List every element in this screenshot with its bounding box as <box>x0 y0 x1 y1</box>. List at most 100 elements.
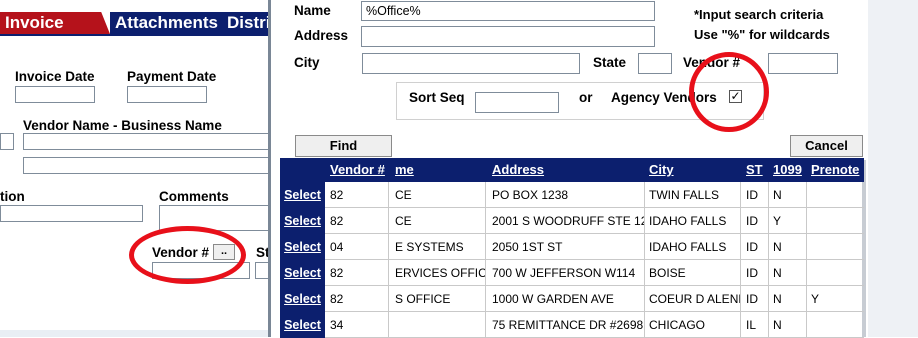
cell-1099: N <box>773 318 782 332</box>
find-button[interactable]: Find <box>295 135 392 157</box>
description-input[interactable] <box>0 205 143 222</box>
name-label: Name <box>294 3 331 18</box>
sort-seq-label: Sort Seq <box>409 90 465 105</box>
cell-prenote <box>806 260 864 286</box>
address-input[interactable] <box>361 26 655 47</box>
vendor-name-input-2[interactable] <box>23 157 275 174</box>
name-input[interactable]: %Office% <box>361 1 655 21</box>
select-link[interactable]: Select <box>280 208 325 234</box>
table-row: Select 34 75 REMITTANCE DR #2698 CHICAGO IL N <box>280 312 864 338</box>
cell-prenote <box>806 234 864 260</box>
cell-vendor-number: 82 <box>330 214 344 228</box>
hint-search-criteria: *Input search criteria <box>694 7 824 22</box>
table-row: Select 82 S OFFICE 1000 W GARDEN AVE COEUR D… <box>280 286 864 312</box>
cell-vendor-number: 82 <box>330 266 344 280</box>
cell-address: 2050 1ST ST <box>492 240 563 254</box>
table-row: Select 82 CE PO BOX 1238 TWIN FALLS ID N <box>280 182 864 208</box>
hint-wildcards: Use "%" for wildcards <box>694 27 830 42</box>
select-link[interactable]: Select <box>280 182 325 208</box>
cell-state: ID <box>746 188 758 202</box>
cell-state: ID <box>746 266 758 280</box>
cell-city: COEUR D ALENE <box>649 292 740 306</box>
column-divider <box>485 182 486 208</box>
cell-prenote <box>806 182 864 208</box>
cell-city: IDAHO FALLS <box>649 214 727 228</box>
col-vendor-number[interactable]: Vendor # <box>325 158 388 182</box>
state-label: State <box>593 55 627 70</box>
tab-distribution[interactable]: Distri <box>222 12 270 34</box>
column-divider <box>388 208 389 234</box>
cell-address: 2001 S WOODRUFF STE 12A <box>492 214 644 228</box>
cell-vendor-number: 82 <box>330 292 344 306</box>
select-link[interactable]: Select <box>280 234 325 260</box>
cell-city: TWIN FALLS <box>649 188 720 202</box>
col-city[interactable]: City <box>644 158 740 182</box>
annotation-circle-vendor <box>129 226 246 284</box>
state-input[interactable] <box>638 53 672 74</box>
col-address[interactable]: Address <box>487 158 644 182</box>
cell-state: ID <box>746 240 758 254</box>
cell-1099: N <box>773 240 782 254</box>
column-divider <box>388 312 389 338</box>
vendor-name-input[interactable] <box>23 133 275 150</box>
select-link[interactable]: Select <box>280 286 325 312</box>
cell-address: PO BOX 1238 <box>492 188 569 202</box>
cell-1099: N <box>773 188 782 202</box>
cell-name: S OFFICE <box>395 292 451 306</box>
comments-label: Comments <box>159 189 229 204</box>
select-link[interactable]: Select <box>280 260 325 286</box>
col-1099[interactable]: 1099 <box>768 158 806 182</box>
cell-state: ID <box>746 292 758 306</box>
column-divider <box>388 234 389 260</box>
cell-name: ERVICES OFFICE <box>395 266 485 280</box>
dialog-scrollbar[interactable] <box>868 0 918 337</box>
cell-name: CE <box>395 188 412 202</box>
column-divider <box>485 286 486 312</box>
description-label: tion <box>0 189 25 204</box>
cell-1099: N <box>773 292 782 306</box>
tab-underline <box>0 34 275 36</box>
cell-prenote <box>806 208 864 234</box>
annotation-circle-agency <box>689 52 769 132</box>
cell-1099: Y <box>773 214 782 228</box>
address-label: Address <box>294 28 349 43</box>
col-name[interactable]: me <box>390 158 485 182</box>
cell-prenote <box>806 312 864 338</box>
table-row: Select 04 E SYSTEMS 2050 1ST ST IDAHO FALLS I… <box>280 234 864 260</box>
tab-attachments[interactable]: Attachments <box>110 12 222 34</box>
vendor-id-input[interactable] <box>0 133 14 150</box>
column-divider <box>388 286 389 312</box>
vendor-number-search-input[interactable] <box>768 53 838 74</box>
cell-vendor-number: 04 <box>330 240 344 254</box>
sort-seq-input[interactable] <box>475 92 559 113</box>
cell-city: BOISE <box>649 266 686 280</box>
city-input[interactable] <box>362 53 580 74</box>
select-link[interactable]: Select <box>280 312 325 338</box>
cell-name: E SYSTEMS <box>395 240 464 254</box>
column-divider <box>388 260 389 286</box>
cancel-button[interactable]: Cancel <box>790 135 863 157</box>
city-label: City <box>294 55 320 70</box>
column-divider <box>485 234 486 260</box>
table-row: Select 82 ERVICES OFFICE 700 W JEFFERSON W1… <box>280 260 864 286</box>
form-footer-strip <box>0 330 275 337</box>
col-state[interactable]: ST <box>741 158 768 182</box>
cell-1099: N <box>773 266 782 280</box>
cell-vendor-number: 34 <box>330 318 344 332</box>
cell-name: CE <box>395 214 412 228</box>
invoice-date-label: Invoice Date <box>15 69 95 84</box>
column-divider <box>388 182 389 208</box>
cell-city: IDAHO FALLS <box>649 240 727 254</box>
tab-invoice[interactable]: Invoice <box>0 12 110 34</box>
or-label: or <box>579 90 593 105</box>
payment-date-input[interactable] <box>127 86 207 103</box>
cell-state: IL <box>746 318 757 332</box>
cell-state: ID <box>746 214 758 228</box>
col-prenote[interactable]: Prenote <box>806 158 864 182</box>
vendor-name-label: Vendor Name - Business Name <box>23 118 222 133</box>
table-row: Select 82 CE 2001 S WOODRUFF STE 12A IDAHO F… <box>280 208 864 234</box>
column-divider <box>485 260 486 286</box>
invoice-date-input[interactable] <box>15 86 95 103</box>
cell-name <box>390 312 485 338</box>
cell-address: 75 REMITTANCE DR #2698 <box>492 318 644 332</box>
